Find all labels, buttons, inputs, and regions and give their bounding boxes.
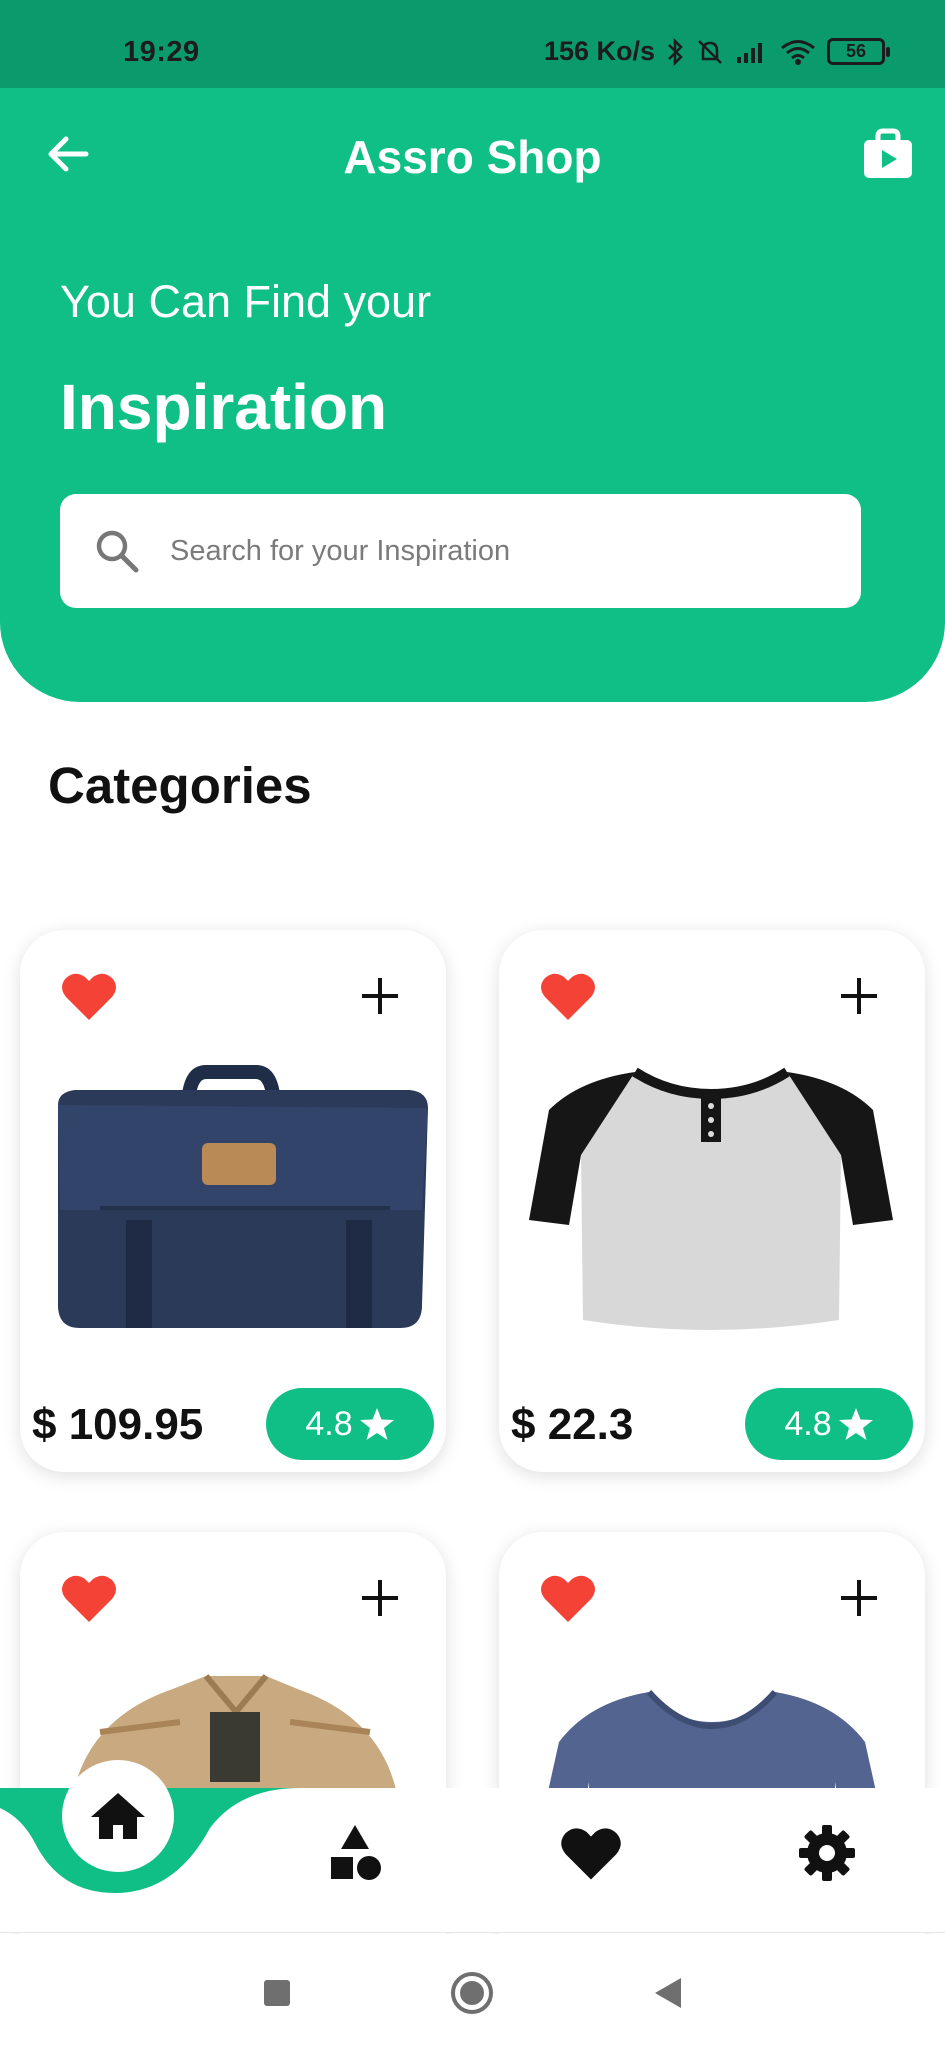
heart-icon[interactable]: [60, 1572, 118, 1624]
search-bar[interactable]: [60, 494, 861, 608]
rating-badge: 4.8: [745, 1388, 913, 1460]
shopping-bag-icon: [864, 128, 912, 178]
cart-button[interactable]: [861, 126, 915, 180]
home-icon: [91, 1793, 145, 1839]
categories-title: Categories: [48, 757, 312, 814]
battery-level: 56: [845, 41, 867, 61]
home-system-button[interactable]: [449, 1970, 495, 2016]
add-icon[interactable]: [360, 1578, 400, 1618]
status-icons: 156 Ko/s 56: [543, 36, 890, 67]
heart-icon[interactable]: [539, 1572, 597, 1624]
product-card-shirt[interactable]: $ 22.3 4.8: [499, 930, 925, 1472]
triangle-back-icon: [655, 1978, 681, 2008]
nav-home[interactable]: [62, 1760, 174, 1872]
hero-title: Inspiration: [60, 371, 388, 443]
shapes-icon: [331, 1825, 381, 1880]
bluetooth-icon: [668, 37, 683, 66]
nav-categories[interactable]: [320, 1818, 390, 1888]
status-time: 19:29: [123, 36, 200, 68]
square-icon: [264, 1980, 290, 2006]
signal-icon: [737, 42, 762, 63]
add-icon[interactable]: [839, 1578, 879, 1618]
product-price: $ 109.95: [32, 1400, 204, 1449]
shirt-image: [529, 1067, 893, 1330]
nav-settings[interactable]: [792, 1818, 862, 1888]
search-icon: [96, 530, 139, 573]
star-icon: [359, 1408, 394, 1440]
back-system-button[interactable]: [644, 1970, 690, 2016]
product-price: $ 22.3: [511, 1400, 634, 1449]
status-bar: 19:29 156 Ko/s 56: [0, 0, 945, 88]
search-input[interactable]: [170, 534, 810, 568]
rating-value: 4.8: [305, 1404, 353, 1443]
recents-button[interactable]: [254, 1970, 300, 2016]
heart-icon[interactable]: [539, 970, 597, 1022]
muted-bell-icon: [698, 39, 722, 64]
system-nav-bar: [0, 1934, 945, 2048]
add-icon[interactable]: [360, 976, 400, 1016]
heart-icon: [561, 1828, 621, 1880]
hero-header: Assro Shop You Can Find your Inspiration: [0, 88, 945, 702]
bottom-nav: [0, 1760, 945, 1933]
product-card-backpack[interactable]: $ 109.95 4.8: [20, 930, 446, 1472]
network-speed: 156 Ko/s: [543, 36, 655, 66]
rating-badge: 4.8: [266, 1388, 434, 1460]
add-icon[interactable]: [839, 976, 879, 1016]
heart-icon[interactable]: [60, 970, 118, 1022]
gear-icon: [799, 1825, 855, 1881]
circle-icon: [451, 1972, 493, 2014]
app-title: Assro Shop: [343, 131, 602, 183]
backpack-image: [58, 1065, 428, 1328]
nav-favorites[interactable]: [556, 1818, 626, 1888]
battery-icon: 56: [827, 38, 890, 65]
rating-value: 4.8: [784, 1404, 832, 1443]
hero-subtitle: You Can Find your: [60, 276, 432, 327]
star-icon: [838, 1408, 873, 1440]
wifi-icon: [781, 39, 815, 65]
